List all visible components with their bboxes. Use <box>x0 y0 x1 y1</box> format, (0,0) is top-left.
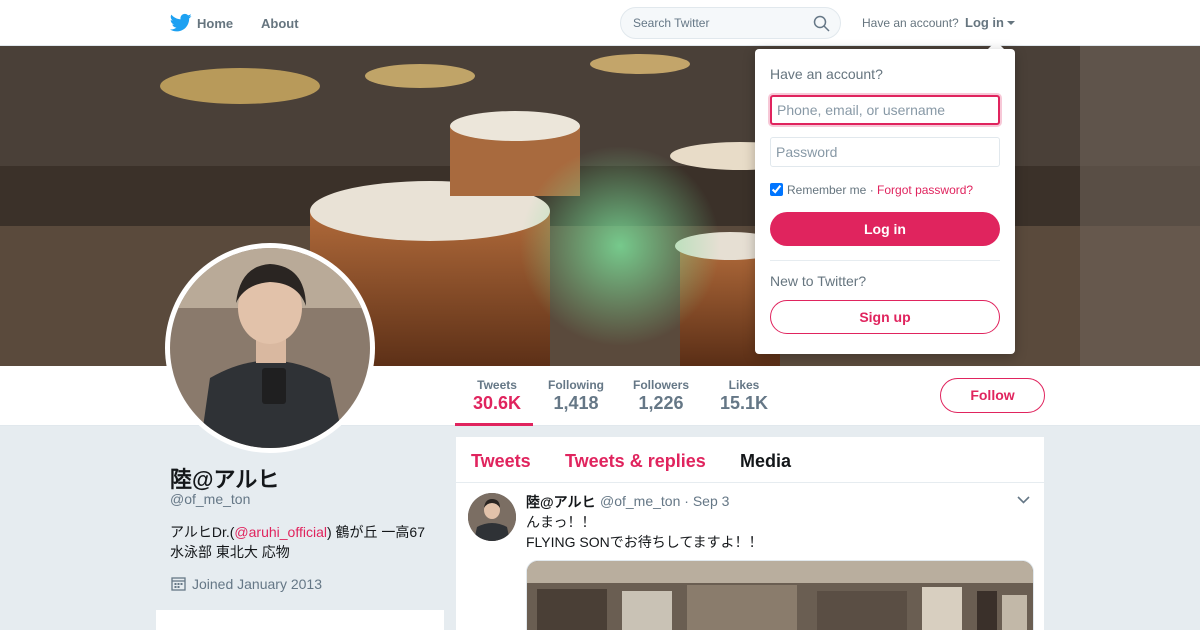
chevron-down-icon[interactable] <box>1017 495 1030 505</box>
tweet-date[interactable]: Sep 3 <box>693 493 730 509</box>
new-to-twitter-text: New to Twitter? <box>770 273 867 289</box>
tab-tweets-replies[interactable]: Tweets & replies <box>565 451 706 472</box>
bio-text: ) 鶴が丘 一高67 <box>326 524 425 540</box>
tweet-author-handle[interactable]: @of_me_ton <box>600 493 680 509</box>
remember-me-label[interactable]: Remember me <box>787 183 866 197</box>
stat-value: 1,418 <box>553 393 599 413</box>
timeline-tabs: Tweets Tweets & replies Media <box>456 437 1044 483</box>
login-dropdown: Have an account? Remember me · Forgot pa… <box>755 49 1015 354</box>
tweet-media-image[interactable] <box>526 560 1034 630</box>
tweet-meta-separator: · <box>684 493 689 509</box>
stat-label: Following <box>548 378 604 392</box>
tweet-text: んまっ！！ FLYING SONでお待ちしてますよ！！ <box>526 514 763 550</box>
active-stat-underline <box>455 423 533 426</box>
bio-mention-link[interactable]: @aruhi_official <box>234 524 327 540</box>
stat-label: Tweets <box>477 378 517 392</box>
have-account-text: Have an account? <box>862 16 959 30</box>
stat-label: Followers <box>633 378 690 392</box>
twitter-bird-icon[interactable] <box>170 13 192 33</box>
calendar-icon <box>171 577 186 591</box>
search-box[interactable]: Search Twitter <box>620 7 841 39</box>
nav-about-link[interactable]: About <box>261 16 299 31</box>
dropdown-arrow <box>988 41 1004 49</box>
bio-text: アルヒDr.( <box>170 524 235 540</box>
avatar-image <box>170 248 370 448</box>
stat-followers[interactable]: Followers 1,226 <box>633 378 689 414</box>
remember-me-row: Remember me · Forgot password? <box>770 183 973 197</box>
tab-media[interactable]: Media <box>740 451 791 472</box>
timeline: Tweets Tweets & replies Media 陸@アルヒ @of_… <box>456 437 1044 630</box>
profile-handle[interactable]: @of_me_ton <box>170 491 250 507</box>
stat-value: 15.1K <box>720 393 769 413</box>
tweet-avatar[interactable] <box>468 493 516 541</box>
login-dropdown-toggle[interactable]: Log in <box>965 15 1004 30</box>
profile-bio: アルヒDr.(@aruhi_official) 鶴が丘 一高67 水泳部 東北大… <box>170 522 445 562</box>
search-icon[interactable] <box>813 15 830 32</box>
remember-me-checkbox[interactable] <box>770 183 783 196</box>
stat-tweets[interactable]: Tweets 30.6K <box>473 378 521 414</box>
forgot-password-link[interactable]: Forgot password? <box>877 183 973 197</box>
tweet-author-name[interactable]: 陸@アルヒ <box>526 492 596 512</box>
password-input[interactable] <box>770 137 1000 167</box>
stat-label: Likes <box>728 378 760 392</box>
bio-text-line2: 水泳部 東北大 応物 <box>170 544 290 560</box>
tweet-meta: @of_me_ton · Sep 3 <box>600 493 729 509</box>
follow-button[interactable]: Follow <box>940 378 1045 413</box>
caret-down-icon[interactable] <box>1007 21 1015 25</box>
username-input[interactable] <box>770 95 1000 125</box>
top-nav: Home About Search Twitter Have an accoun… <box>0 0 1200 46</box>
stat-following[interactable]: Following 1,418 <box>548 378 604 414</box>
stat-likes[interactable]: Likes 15.1K <box>720 378 768 414</box>
profile-avatar[interactable] <box>165 243 375 453</box>
left-sidebar-card <box>156 610 444 630</box>
signup-button[interactable]: Sign up <box>770 300 1000 334</box>
remember-separator: · <box>869 183 874 197</box>
dropdown-title: Have an account? <box>770 66 883 82</box>
tab-tweets[interactable]: Tweets <box>471 451 531 472</box>
stat-value: 1,226 <box>638 393 684 413</box>
search-input[interactable]: Search Twitter <box>633 16 709 30</box>
profile-name[interactable]: 陸@アルヒ <box>170 462 279 494</box>
nav-home-link[interactable]: Home <box>197 16 233 31</box>
joined-date: Joined January 2013 <box>192 576 322 592</box>
login-button[interactable]: Log in <box>770 212 1000 246</box>
stat-value: 30.6K <box>473 393 522 413</box>
dropdown-divider <box>770 260 1000 261</box>
